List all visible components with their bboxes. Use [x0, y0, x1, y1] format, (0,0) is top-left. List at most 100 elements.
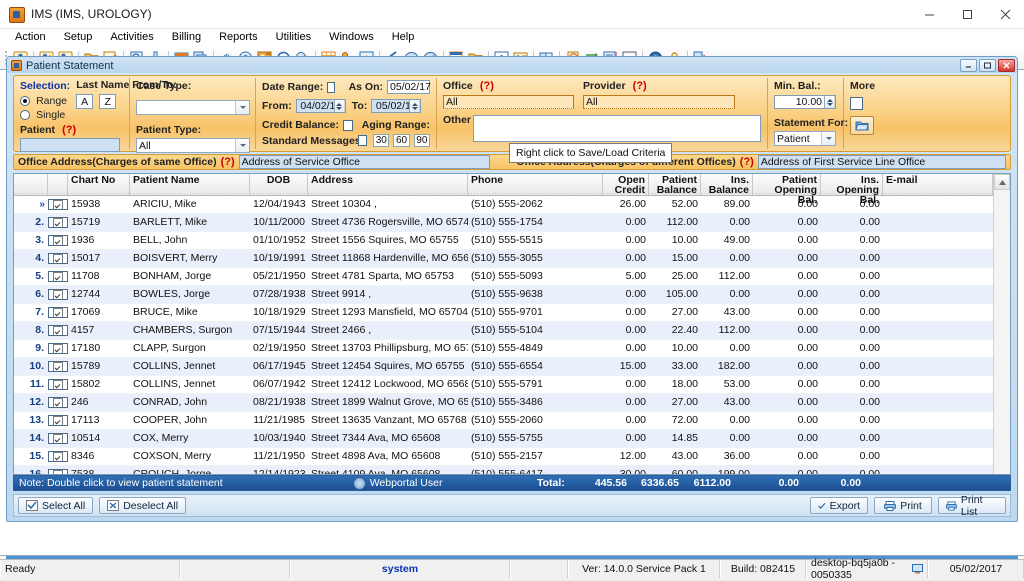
child-restore-button[interactable] [979, 59, 996, 72]
aging-30-input[interactable]: 30 [373, 134, 390, 147]
table-row[interactable]: 9. 17180 CLAPP, Surgon 02/19/1950 Street 137… [14, 340, 993, 358]
child-close-button[interactable] [998, 59, 1015, 72]
table-row[interactable]: 12. 246 CONRAD, John 08/21/1938 Street 1899 … [14, 394, 993, 412]
table-row[interactable]: 8. 4157 CHAMBERS, Surgon 07/15/1944 Street 2… [14, 322, 993, 340]
patient-input[interactable] [20, 138, 120, 152]
row-checkbox[interactable] [48, 433, 68, 444]
diff-office-help-icon[interactable]: (?) [740, 156, 754, 168]
table-row[interactable]: 3. 1936 BELL, John 01/10/1952 Street 1556 Sq… [14, 232, 993, 250]
table-row[interactable]: 15. 8346 COXSON, Merry 11/21/1950 Street 489… [14, 448, 993, 466]
menu-item-activities[interactable]: Activities [101, 29, 162, 46]
table-row[interactable]: 16. 7538 CROUCH, Jorge 12/14/1923 Street 410… [14, 466, 993, 474]
table-row[interactable]: 10. 15789 COLLINS, Jennet 06/17/1945 Street … [14, 358, 993, 376]
row-checkbox[interactable] [48, 325, 68, 336]
print-list-button[interactable]: Print List [938, 494, 1006, 518]
more-checkbox[interactable] [850, 97, 863, 110]
other-note-input[interactable] [473, 115, 761, 142]
total-ins-balance: 6112.00 [693, 477, 731, 489]
table-row[interactable]: 5. 11708 BONHAM, Jorge 05/21/1950 Street 478… [14, 268, 993, 286]
grid-header-chart-no[interactable]: Chart No [68, 174, 130, 195]
from-date-spinner[interactable] [333, 100, 345, 112]
single-radio[interactable] [20, 110, 30, 121]
scrollbar-track[interactable] [994, 190, 1010, 474]
row-checkbox[interactable] [48, 415, 68, 426]
table-row[interactable]: 13. 17113 COOPER, John 11/21/1985 Street 136… [14, 412, 993, 430]
chevron-down-icon[interactable] [821, 132, 835, 145]
menu-item-billing[interactable]: Billing [163, 29, 210, 46]
menu-item-reports[interactable]: Reports [210, 29, 267, 46]
min-bal-spinner[interactable] [824, 96, 835, 108]
select-all-button[interactable]: Select All [18, 497, 94, 514]
table-row[interactable]: 11. 15802 COLLINS, Jennet 06/07/1942 Street … [14, 376, 993, 394]
patient-help-icon[interactable]: (?) [62, 124, 76, 136]
diff-office-input[interactable]: Address of First Service Line Office [757, 155, 1006, 169]
save-load-criteria-icon[interactable] [850, 116, 874, 135]
deselect-all-button[interactable]: Deselect All [99, 497, 187, 514]
scroll-up-button[interactable] [994, 174, 1010, 190]
maximize-button[interactable] [948, 0, 986, 28]
print-button[interactable]: Print [874, 497, 932, 514]
table-row[interactable]: 14. 10514 COX, Merry 10/03/1940 Street 7344 … [14, 430, 993, 448]
menu-item-windows[interactable]: Windows [320, 29, 383, 46]
same-office-input[interactable]: Address of Service Office [238, 155, 491, 169]
from-date-input[interactable]: 04/02/17 [295, 99, 346, 113]
chevron-down-icon[interactable] [235, 139, 249, 152]
row-checkbox[interactable] [48, 361, 68, 372]
row-checkbox[interactable] [48, 289, 68, 300]
menu-item-utilities[interactable]: Utilities [267, 29, 320, 46]
row-checkbox[interactable] [48, 271, 68, 282]
to-date-input[interactable]: 05/02/17 [371, 99, 422, 113]
cell-open-credit: 0.00 [625, 324, 646, 336]
row-checkbox[interactable] [48, 199, 68, 210]
range-radio[interactable] [20, 96, 30, 107]
aging-90-input[interactable]: 90 [413, 134, 430, 147]
export-button[interactable]: Export [810, 497, 868, 514]
aging-60-input[interactable]: 60 [393, 134, 410, 147]
cell-patient-balance: 22.40 [671, 324, 698, 336]
table-row[interactable]: 4. 15017 BOISVERT, Merry 10/19/1991 Street 1… [14, 250, 993, 268]
provider-input[interactable]: All [583, 95, 735, 109]
office-help-icon[interactable]: (?) [480, 80, 494, 92]
close-button[interactable] [986, 0, 1024, 28]
standard-messages-checkbox[interactable] [358, 135, 368, 146]
office-input[interactable]: All [443, 95, 574, 109]
row-checkbox[interactable] [48, 451, 68, 462]
statement-for-select[interactable]: Patient [774, 131, 836, 146]
grid-vertical-scrollbar[interactable] [993, 174, 1010, 474]
child-minimize-button[interactable] [960, 59, 977, 72]
to-letter-input[interactable]: Z [99, 94, 117, 109]
chevron-down-icon[interactable] [235, 101, 249, 114]
single-label: Single [36, 109, 66, 121]
menu-item-action[interactable]: Action [6, 29, 55, 46]
menu-item-help[interactable]: Help [383, 29, 424, 46]
row-checkbox[interactable] [48, 469, 68, 474]
grid-header-dob[interactable]: DOB [250, 174, 308, 195]
row-checkbox[interactable] [48, 343, 68, 354]
provider-help-icon[interactable]: (?) [633, 80, 647, 92]
row-checkbox[interactable] [48, 235, 68, 246]
grid-header-address[interactable]: Address [308, 174, 468, 195]
same-office-help-icon[interactable]: (?) [221, 156, 235, 168]
row-checkbox[interactable] [48, 307, 68, 318]
total-patient-balance: 6336.65 [641, 477, 679, 489]
grid-header-phone[interactable]: Phone [468, 174, 603, 195]
to-date-spinner[interactable] [409, 100, 421, 112]
row-checkbox[interactable] [48, 253, 68, 264]
menu-item-setup[interactable]: Setup [55, 29, 102, 46]
row-checkbox[interactable] [48, 397, 68, 408]
table-row[interactable]: 2. 15719 BARLETT, Mike 10/11/2000 Street 473… [14, 214, 993, 232]
credit-balance-checkbox[interactable] [343, 119, 353, 131]
minimize-button[interactable] [910, 0, 948, 28]
table-row[interactable]: 7. 17069 BRUCE, Mike 10/18/1929 Street 1293 … [14, 304, 993, 322]
row-checkbox[interactable] [48, 379, 68, 390]
as-on-input[interactable]: 05/02/17 [387, 80, 431, 94]
patient-type-select[interactable]: All [136, 138, 250, 153]
row-checkbox[interactable] [48, 217, 68, 228]
min-bal-input[interactable]: 10.00 [774, 95, 836, 109]
grid-header-email[interactable]: E-mail [883, 174, 993, 195]
case-type-select[interactable] [136, 100, 250, 115]
from-letter-input[interactable]: A [76, 94, 94, 109]
table-row[interactable]: 6. 12744 BOWLES, Jorge 07/28/1938 Street 991… [14, 286, 993, 304]
grid-header-patient-name[interactable]: Patient Name [130, 174, 250, 195]
date-range-checkbox[interactable] [327, 81, 335, 93]
